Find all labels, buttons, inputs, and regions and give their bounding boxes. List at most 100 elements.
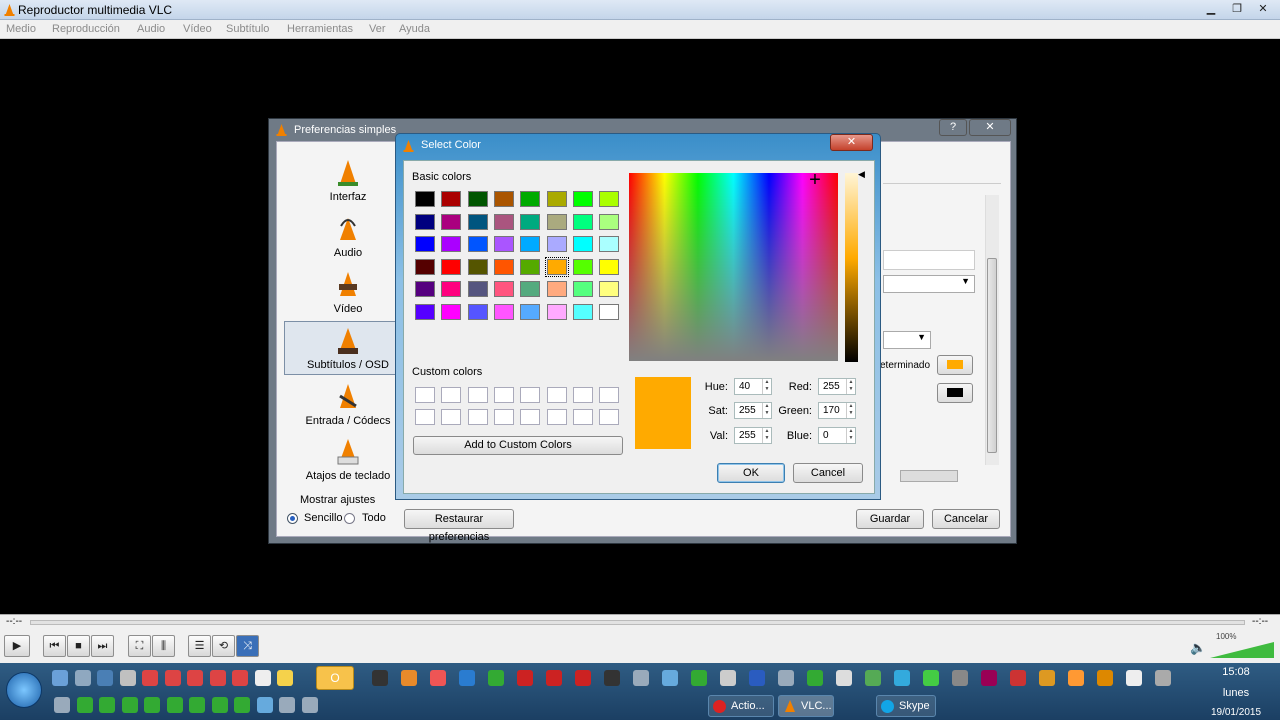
custom-color-swatch[interactable]: [546, 387, 567, 403]
custom-color-swatch[interactable]: [441, 387, 462, 403]
basic-color-swatch[interactable]: [520, 304, 541, 320]
custom-color-swatch[interactable]: [572, 409, 593, 425]
basic-color-swatch[interactable]: [415, 281, 435, 298]
taskbar-app-icon[interactable]: [54, 697, 70, 713]
basic-color-swatch[interactable]: [599, 191, 620, 207]
custom-color-swatch[interactable]: [572, 387, 593, 403]
sidebar-item-atajos[interactable]: Atajos de teclado: [290, 437, 406, 482]
stop-icon[interactable]: ■: [67, 635, 90, 657]
basic-color-swatch[interactable]: [572, 213, 593, 230]
basic-color-swatch[interactable]: [546, 213, 567, 230]
basic-color-swatch[interactable]: [467, 213, 488, 230]
taskbar-app-icon[interactable]: [189, 697, 205, 713]
prefs-scroll-thumb[interactable]: [987, 258, 997, 453]
playlist-icon[interactable]: ☰: [188, 635, 211, 657]
basic-color-swatch[interactable]: [572, 191, 593, 207]
basic-color-swatch[interactable]: [520, 281, 541, 298]
custom-color-swatch[interactable]: [467, 409, 488, 425]
basic-color-swatch[interactable]: [599, 236, 620, 253]
basic-color-swatch[interactable]: [572, 236, 593, 253]
basic-color-swatch[interactable]: [415, 213, 435, 230]
volume-icon[interactable]: 🔈: [1190, 640, 1206, 656]
start-button[interactable]: [6, 672, 42, 708]
basic-color-swatch[interactable]: [572, 258, 593, 275]
spin-arrows-icon[interactable]: ▲ ▼: [846, 379, 855, 394]
custom-color-swatch[interactable]: [441, 409, 462, 425]
taskbar-app-icon[interactable]: [894, 670, 910, 686]
sidebar-item-subtitulos[interactable]: Subtítulos / OSD: [290, 326, 406, 371]
sidebar-item-video[interactable]: Vídeo: [290, 270, 406, 315]
taskbar-app-icon[interactable]: [142, 670, 158, 686]
text-field[interactable]: [883, 250, 975, 270]
taskbar-app-icon[interactable]: [234, 697, 250, 713]
basic-color-swatch[interactable]: [546, 304, 567, 320]
basic-color-swatch[interactable]: [493, 213, 514, 230]
task-action[interactable]: Actio...: [708, 695, 774, 717]
basic-color-swatch[interactable]: [520, 191, 541, 207]
task-skype[interactable]: Skype: [876, 695, 936, 717]
taskbar-app-icon[interactable]: [121, 697, 138, 713]
task-vlc[interactable]: VLC...: [778, 695, 834, 717]
taskbar-app-icon[interactable]: [187, 670, 203, 686]
taskbar-app-icon[interactable]: [76, 697, 93, 713]
basic-color-swatch[interactable]: [467, 304, 488, 320]
outline-color-button[interactable]: [937, 355, 973, 375]
basic-color-swatch[interactable]: [520, 258, 541, 275]
custom-color-swatch[interactable]: [520, 409, 541, 425]
taskbar-app-icon[interactable]: [575, 670, 591, 686]
close-icon[interactable]: ✕: [1250, 1, 1276, 18]
custom-color-swatch[interactable]: [493, 409, 514, 425]
radio-all[interactable]: [344, 513, 355, 524]
custom-color-swatch[interactable]: [493, 387, 514, 403]
custom-color-swatch[interactable]: [415, 387, 435, 403]
taskbar-app-icon[interactable]: [720, 670, 736, 686]
loop-icon[interactable]: ⟲: [212, 635, 235, 657]
taskbar-app-icon[interactable]: [952, 670, 968, 686]
blue-spinbox[interactable]: 0 ▲ ▼: [818, 427, 856, 444]
taskbar-app-icon[interactable]: [254, 670, 271, 686]
basic-color-swatch[interactable]: [441, 281, 462, 298]
taskbar-app-icon[interactable]: [981, 670, 997, 686]
taskbar-app-icon[interactable]: [865, 670, 881, 686]
taskbar-app-icon[interactable]: [232, 670, 248, 686]
taskbar-app-icon[interactable]: [99, 697, 115, 713]
spin-arrows-icon[interactable]: ▲ ▼: [762, 379, 771, 394]
help-button[interactable]: ?: [939, 119, 967, 136]
prefs-close-button[interactable]: ✕: [969, 119, 1011, 136]
taskbar-app-icon[interactable]: [74, 670, 91, 686]
restore-icon[interactable]: ❐: [1224, 1, 1250, 18]
taskbar-app-icon[interactable]: [97, 670, 113, 686]
basic-color-swatch[interactable]: [441, 304, 462, 320]
taskbar-app-icon[interactable]: [1068, 670, 1084, 686]
custom-color-swatch[interactable]: [520, 387, 541, 403]
menu-video[interactable]: Vídeo: [183, 23, 212, 35]
ok-button[interactable]: OK: [717, 463, 785, 483]
taskbar-app-icon[interactable]: [401, 670, 417, 686]
dialog-close-button[interactable]: ✕: [830, 134, 873, 151]
taskbar-app-icon[interactable]: [1010, 670, 1026, 686]
taskbar-app-icon[interactable]: [301, 697, 318, 713]
taskbar-app-icon[interactable]: [119, 670, 136, 686]
basic-color-swatch[interactable]: [415, 236, 435, 253]
basic-color-swatch[interactable]: [572, 281, 593, 298]
taskbar-app-icon[interactable]: [256, 697, 273, 713]
taskbar-app-icon[interactable]: [459, 670, 475, 686]
basic-color-swatch[interactable]: [415, 304, 435, 320]
luminance-slider[interactable]: [845, 173, 858, 362]
basic-color-swatch[interactable]: [493, 304, 514, 320]
taskbar-app-icon[interactable]: [517, 670, 533, 686]
pinned-app-active[interactable]: O: [316, 666, 354, 690]
sidebar-item-entrada[interactable]: Entrada / Códecs: [290, 382, 406, 427]
taskbar-app-icon[interactable]: [1126, 670, 1142, 686]
basic-color-swatch[interactable]: [467, 281, 488, 298]
menu-medio[interactable]: Medio: [6, 23, 36, 35]
red-spinbox[interactable]: 255 ▲ ▼: [818, 378, 856, 395]
basic-color-swatch[interactable]: [546, 281, 567, 298]
taskbar-app-icon[interactable]: [209, 670, 226, 686]
dialog-cancel-button[interactable]: Cancel: [793, 463, 863, 483]
taskbar-app-icon[interactable]: [546, 670, 562, 686]
basic-color-swatch[interactable]: [544, 256, 569, 277]
custom-color-swatch[interactable]: [599, 409, 620, 425]
basic-color-swatch[interactable]: [493, 236, 514, 253]
luminance-arrow-icon[interactable]: ◀: [858, 169, 865, 180]
